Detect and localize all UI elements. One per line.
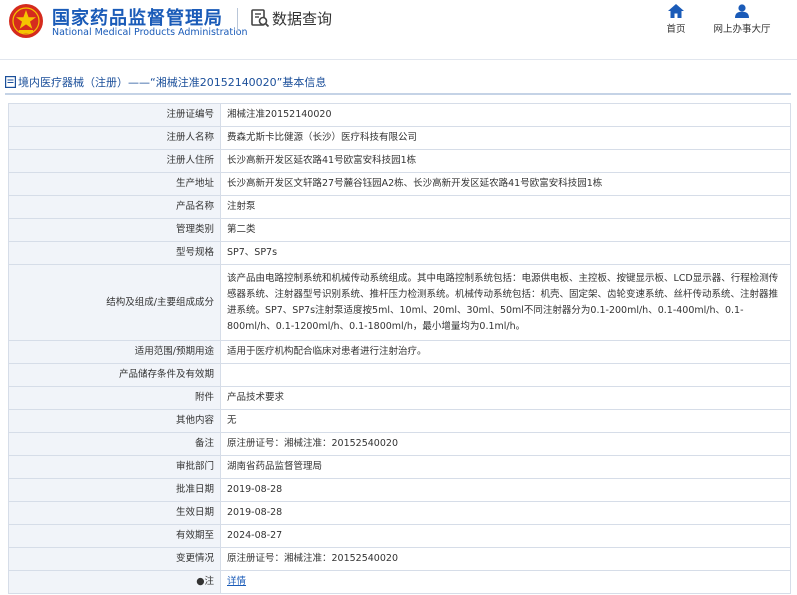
table-row: 结构及组成/主要组成成分 该产品由电路控制系统和机械传动系统组成。其中电路控制系…: [8, 264, 791, 341]
table-row: 生产地址 长沙高新开发区文轩路27号麓谷钰园A2栋、长沙高新开发区延农路41号欧…: [8, 172, 791, 196]
header-divider: [237, 8, 238, 32]
table-row: 变更情况 原注册证号：湘械注准：20152540020: [8, 547, 791, 571]
row-value: 湖南省药品监督管理局: [220, 455, 791, 479]
nav-online-office[interactable]: 网上办事大厅: [710, 4, 774, 35]
row-value: 费森尤斯卡比健源（长沙）医疗科技有限公司: [220, 126, 791, 150]
nmpa-emblem-icon[interactable]: [8, 3, 44, 39]
table-row: 型号规格 SP7、SP7s: [8, 241, 791, 265]
page-section-title: 数据查询: [272, 10, 333, 28]
table-row: 注册证编号 湘械注准20152140020: [8, 103, 791, 127]
row-value: 注射泵: [220, 195, 791, 219]
table-row: 生效日期 2019-08-28: [8, 501, 791, 525]
row-value: 该产品由电路控制系统和机械传动系统组成。其中电路控制系统包括：电源供电板、主控板…: [220, 264, 791, 341]
site-header: 国家药品监督管理局 National Medical Products Admi…: [0, 0, 797, 60]
home-icon: [668, 4, 684, 18]
row-value: 第二类: [220, 218, 791, 242]
header-divider-line: [0, 59, 797, 60]
row-label: 注册人住所: [8, 149, 221, 173]
row-value: 原注册证号：湘械注准：20152540020: [220, 547, 791, 571]
nav-home[interactable]: 首页: [661, 4, 691, 35]
row-label: 注册证编号: [8, 103, 221, 127]
table-row: ●注 详情: [8, 570, 791, 594]
row-value: 2024-08-27: [220, 524, 791, 548]
table-row: 有效期至 2024-08-27: [8, 524, 791, 548]
row-label: 生效日期: [8, 501, 221, 525]
details-link[interactable]: 详情: [227, 576, 246, 587]
table-row: 管理类别 第二类: [8, 218, 791, 242]
row-label: 型号规格: [8, 241, 221, 265]
row-label: 有效期至: [8, 524, 221, 548]
row-label: 注册人名称: [8, 126, 221, 150]
nav-home-label: 首页: [666, 24, 686, 35]
row-label: ●注: [8, 570, 221, 594]
row-label: 产品储存条件及有效期: [8, 363, 221, 387]
table-row: 批准日期 2019-08-28: [8, 478, 791, 502]
row-label: 适用范围/预期用途: [8, 340, 221, 364]
row-label: 变更情况: [8, 547, 221, 571]
table-row: 审批部门 湖南省药品监督管理局: [8, 455, 791, 479]
site-subtitle: National Medical Products Administration: [52, 27, 248, 38]
table-row: 产品名称 注射泵: [8, 195, 791, 219]
nav-online-office-label: 网上办事大厅: [713, 24, 771, 35]
table-row: 注册人名称 费森尤斯卡比健源（长沙）医疗科技有限公司: [8, 126, 791, 150]
row-value: 详情: [220, 570, 791, 594]
row-label: 生产地址: [8, 172, 221, 196]
breadcrumb-underline: [5, 93, 791, 95]
row-value: [220, 363, 791, 387]
breadcrumb: 境内医疗器械（注册）——“湘械注准20152140020”基本信息: [5, 74, 326, 90]
row-label: 审批部门: [8, 455, 221, 479]
table-row: 其他内容 无: [8, 409, 791, 433]
table-row: 适用范围/预期用途 适用于医疗机构配合临床对患者进行注射治疗。: [8, 340, 791, 364]
row-label: 管理类别: [8, 218, 221, 242]
row-value: 湘械注准20152140020: [220, 103, 791, 127]
row-value: 无: [220, 409, 791, 433]
row-value: 2019-08-28: [220, 501, 791, 525]
row-value: 长沙高新开发区延农路41号欧富安科技园1栋: [220, 149, 791, 173]
row-value: 产品技术要求: [220, 386, 791, 410]
detail-table: 注册证编号 湘械注准20152140020 注册人名称 费森尤斯卡比健源（长沙）…: [8, 103, 791, 594]
document-icon: [5, 76, 16, 88]
table-row: 产品储存条件及有效期: [8, 363, 791, 387]
row-label: 附件: [8, 386, 221, 410]
breadcrumb-text: 境内医疗器械（注册）——“湘械注准20152140020”基本信息: [18, 76, 327, 89]
row-label: 其他内容: [8, 409, 221, 433]
table-row: 附件 产品技术要求: [8, 386, 791, 410]
row-label: 备注: [8, 432, 221, 456]
table-row: 备注 原注册证号：湘械注准：20152540020: [8, 432, 791, 456]
row-value: SP7、SP7s: [220, 241, 791, 265]
table-row: 注册人住所 长沙高新开发区延农路41号欧富安科技园1栋: [8, 149, 791, 173]
row-label: 批准日期: [8, 478, 221, 502]
row-value: 长沙高新开发区文轩路27号麓谷钰园A2栋、长沙高新开发区延农路41号欧富安科技园…: [220, 172, 791, 196]
row-value: 适用于医疗机构配合临床对患者进行注射治疗。: [220, 340, 791, 364]
row-value: 原注册证号：湘械注准：20152540020: [220, 432, 791, 456]
row-label: 产品名称: [8, 195, 221, 219]
row-value: 2019-08-28: [220, 478, 791, 502]
user-icon: [735, 4, 749, 18]
row-label: 结构及组成/主要组成成分: [8, 264, 221, 341]
data-query-icon: [251, 9, 270, 28]
